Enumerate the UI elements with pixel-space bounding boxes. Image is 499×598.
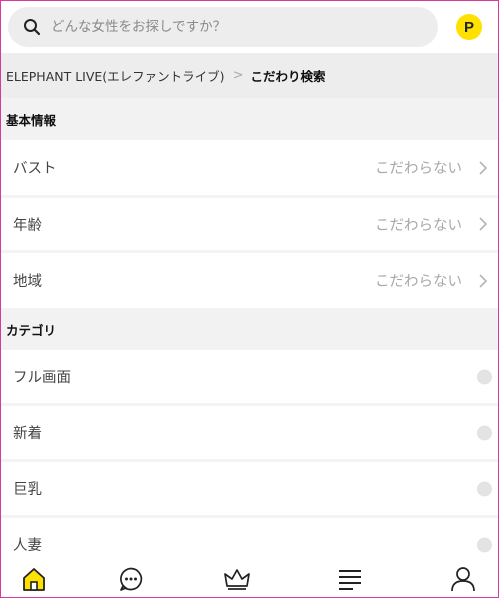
list-icon <box>339 570 361 590</box>
search-input[interactable] <box>51 19 411 35</box>
filter-row-value: こだわらない <box>375 217 462 234</box>
filter-row-value: こだわらない <box>375 161 462 177</box>
nav-list[interactable] <box>336 565 364 593</box>
filter-row-region[interactable]: 地域 こだわらない <box>1 253 498 308</box>
chevron-right-icon <box>479 160 488 175</box>
filter-row-age[interactable]: 年齢 こだわらない <box>1 198 498 253</box>
category-item-label: フル画面 <box>13 370 71 386</box>
crown-icon <box>224 569 250 590</box>
bottom-nav <box>1 561 498 597</box>
section-heading-label: 基本情報 <box>6 112 57 128</box>
chevron-right-icon <box>479 273 488 288</box>
radio-button[interactable] <box>477 481 492 496</box>
breadcrumb-current: こだわり検索 <box>250 69 326 84</box>
header: P <box>1 1 498 53</box>
nav-home[interactable] <box>20 565 48 593</box>
category-item-label: 巨乳 <box>13 482 42 498</box>
page: P ELEPHANT LIVE(エレファントライブ) > こだわり検索 基本情報… <box>0 0 499 598</box>
chat-icon <box>120 567 143 591</box>
filter-row-label: バスト <box>13 161 57 177</box>
home-icon <box>23 568 45 591</box>
user-icon <box>451 567 475 592</box>
breadcrumb-separator: > <box>232 68 244 83</box>
nav-chat[interactable] <box>117 565 145 593</box>
category-item-label: 新着 <box>13 426 42 442</box>
breadcrumb: ELEPHANT LIVE(エレファントライブ) > こだわり検索 <box>1 53 498 98</box>
filter-row-label: 地域 <box>13 274 42 290</box>
radio-button[interactable] <box>477 369 492 384</box>
radio-button[interactable] <box>477 425 492 440</box>
section-heading-label: カテゴリ <box>6 322 57 338</box>
chevron-right-icon <box>479 217 488 231</box>
category-item-fullscreen[interactable]: フル画面 <box>1 350 498 406</box>
search-icon <box>24 19 41 36</box>
category-item-big-breasts[interactable]: 巨乳 <box>1 462 498 518</box>
nav-ranking[interactable] <box>223 565 251 593</box>
category-item-new[interactable]: 新着 <box>1 406 498 462</box>
section-category-heading: カテゴリ <box>1 308 498 350</box>
points-icon[interactable]: P <box>456 14 482 40</box>
search-bar[interactable] <box>8 7 438 47</box>
filter-row-bust[interactable]: バスト こだわらない <box>1 140 498 198</box>
category-item-label: 人妻 <box>13 538 42 554</box>
breadcrumb-home-link[interactable]: ELEPHANT LIVE(エレファントライブ) <box>6 66 225 85</box>
nav-mypage[interactable] <box>449 565 477 593</box>
filter-row-label: 年齢 <box>13 217 42 234</box>
radio-button[interactable] <box>477 537 492 552</box>
filter-row-value: こだわらない <box>375 274 462 290</box>
section-basic-info-heading: 基本情報 <box>1 98 498 140</box>
